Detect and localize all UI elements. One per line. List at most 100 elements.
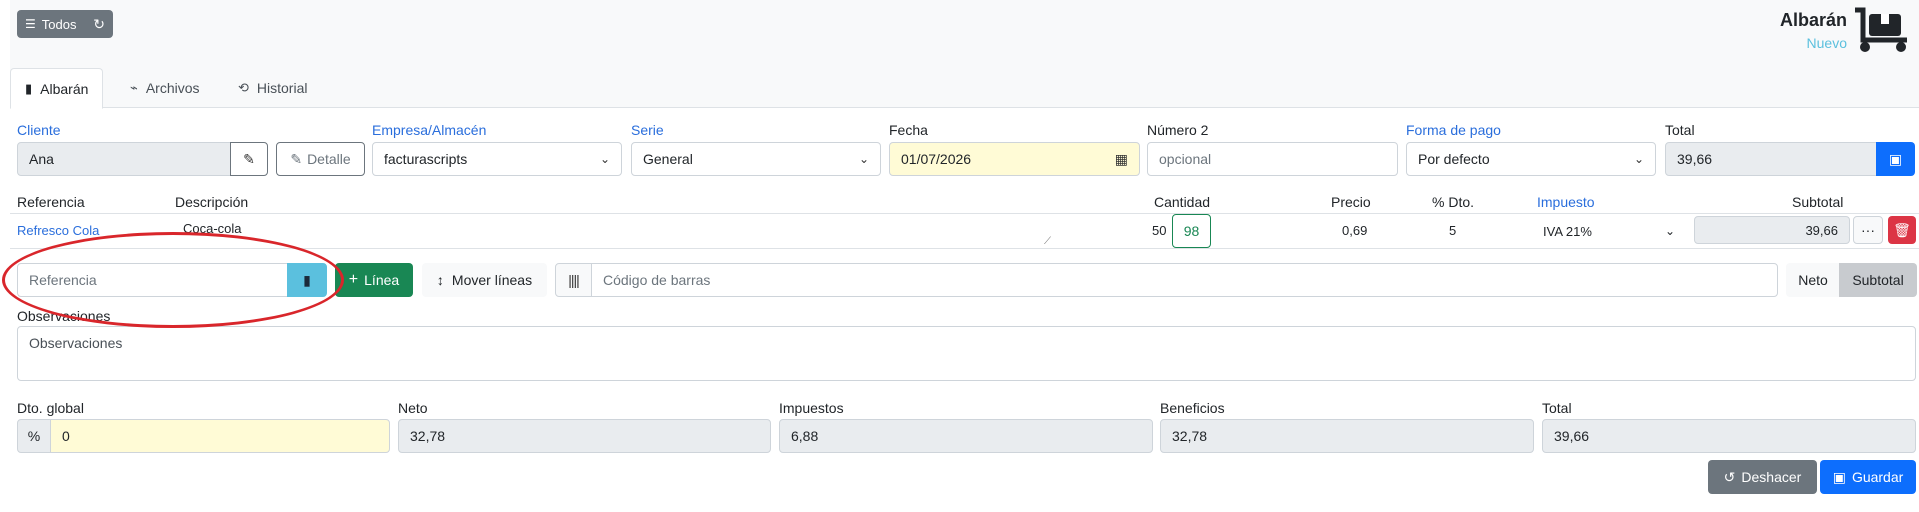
- book-icon: ▮: [303, 271, 311, 288]
- numero2-label: Número 2: [1147, 122, 1209, 138]
- col-dto: % Dto.: [1432, 194, 1475, 210]
- list-icon: ☰: [25, 17, 36, 31]
- line-more-button[interactable]: ···: [1853, 216, 1883, 244]
- dto-global-input[interactable]: 0: [50, 419, 390, 453]
- file-icon: ▮: [25, 80, 33, 96]
- floppy-disk-icon: ▣: [1888, 150, 1903, 167]
- mover-label: Mover líneas: [451, 272, 533, 288]
- formapago-value: Por defecto: [1418, 151, 1490, 167]
- col-descripcion: Descripción: [175, 194, 249, 210]
- empresa-select[interactable]: facturascripts ⌄: [372, 142, 622, 176]
- line-impuesto-value: IVA 21%: [1543, 223, 1592, 239]
- cliente-value: Ana: [29, 151, 54, 167]
- calendar-icon[interactable]: ▦: [1115, 151, 1128, 168]
- document-title-block: Albarán Nuevo: [1780, 10, 1847, 51]
- chevron-down-icon: ⌄: [1664, 224, 1675, 238]
- serie-select[interactable]: General ⌄: [631, 142, 881, 176]
- totals-total-field: 39,66: [1542, 419, 1916, 453]
- neto-toggle[interactable]: Neto: [1786, 263, 1840, 297]
- numero2-input[interactable]: opcional: [1147, 142, 1398, 176]
- arrows-vertical-icon: ↕: [436, 272, 444, 288]
- tab-label: Archivos: [145, 80, 200, 96]
- deshacer-label: Deshacer: [1741, 469, 1802, 485]
- todos-button[interactable]: ☰ Todos ↻: [17, 10, 113, 38]
- line-precio[interactable]: 0,69: [1342, 223, 1367, 238]
- edit-cliente-button[interactable]: ✎: [230, 142, 268, 176]
- tab-label: Historial: [256, 80, 308, 96]
- col-cantidad: Cantidad: [1154, 194, 1211, 210]
- serie-value: General: [643, 151, 693, 167]
- tab-historial[interactable]: ⟲ Historial: [224, 68, 321, 108]
- line-stock: 50: [1152, 223, 1167, 238]
- resize-handle-icon[interactable]: ⟋: [1044, 236, 1051, 247]
- book-button[interactable]: ▮: [287, 263, 327, 297]
- fecha-label: Fecha: [889, 122, 928, 138]
- col-referencia: Referencia: [17, 194, 85, 210]
- line-subtotal: 39,66: [1694, 216, 1850, 244]
- subtotal-toggle[interactable]: Subtotal: [1839, 263, 1917, 297]
- percent-icon: %: [17, 419, 51, 453]
- line-descripcion-textarea[interactable]: Coca-cola ⟋: [175, 215, 1053, 247]
- beneficios-value: 32,78: [1172, 428, 1208, 444]
- barcode-icon: ||||: [555, 263, 592, 297]
- mover-lineas-button[interactable]: ↕ Mover líneas: [422, 263, 547, 297]
- fecha-value: 01/07/2026: [901, 151, 972, 167]
- paperclip-icon: ⌁: [130, 80, 138, 95]
- line-impuesto-select[interactable]: IVA 21% ⌄: [1543, 215, 1675, 247]
- neto-label: Neto: [398, 400, 428, 416]
- floppy-disk-icon: ▣: [1832, 468, 1846, 485]
- todos-label: Todos: [41, 16, 77, 32]
- col-impuesto: Impuesto: [1537, 194, 1595, 210]
- formapago-label: Forma de pago: [1406, 122, 1501, 138]
- line-cantidad-input[interactable]: 98: [1172, 214, 1211, 248]
- trash-icon: 🗑: [1893, 221, 1911, 238]
- observaciones-placeholder: Observaciones: [29, 335, 123, 351]
- tab-label: Albarán: [40, 80, 89, 97]
- deshacer-button[interactable]: ↺ Deshacer: [1708, 460, 1817, 494]
- undo-icon: ↺: [1723, 468, 1736, 485]
- impuestos-value: 6,88: [791, 428, 819, 444]
- cliente-label[interactable]: Cliente: [17, 122, 61, 138]
- total-value: 39,66: [1677, 151, 1713, 167]
- neto-toggle-label: Neto: [1798, 272, 1828, 288]
- save-icon-button[interactable]: ▣: [1876, 142, 1915, 176]
- beneficios-field: 32,78: [1160, 419, 1534, 453]
- observaciones-label: Observaciones: [17, 308, 111, 324]
- line-delete-button[interactable]: 🗑: [1888, 216, 1916, 244]
- plus-icon: +: [348, 271, 359, 288]
- chevron-down-icon: ⌄: [1633, 152, 1644, 166]
- detalle-button[interactable]: ✎ Detalle: [276, 142, 365, 176]
- totals-total-label: Total: [1542, 400, 1572, 416]
- dto-global-value: 0: [62, 428, 70, 444]
- line-descripcion-value: Coca-cola: [183, 221, 242, 236]
- top-bar: [10, 0, 1919, 68]
- tab-albaran[interactable]: ▮ Albarán: [10, 68, 104, 109]
- history-icon: ⟲: [238, 80, 249, 95]
- line-referencia-link[interactable]: Refresco Cola: [17, 223, 99, 238]
- neto-field: 32,78: [398, 419, 771, 453]
- edit-square-icon: ✎: [290, 150, 303, 167]
- beneficios-label: Beneficios: [1160, 400, 1225, 416]
- cliente-field[interactable]: Ana: [17, 142, 231, 176]
- pencil-icon: ✎: [243, 150, 255, 167]
- col-precio: Precio: [1331, 194, 1371, 210]
- add-linea-button[interactable]: + Línea: [335, 263, 413, 297]
- observaciones-textarea[interactable]: Observaciones: [17, 326, 1916, 381]
- chevron-down-icon: ⌄: [858, 152, 869, 166]
- guardar-button[interactable]: ▣ Guardar: [1820, 460, 1916, 494]
- numero2-placeholder: opcional: [1159, 151, 1212, 167]
- totals-total-value: 39,66: [1554, 428, 1590, 444]
- referencia-input[interactable]: Referencia: [17, 263, 289, 297]
- dolly-icon: [1855, 7, 1907, 52]
- neto-value: 32,78: [410, 428, 446, 444]
- tab-archivos[interactable]: ⌁ Archivos: [116, 68, 214, 108]
- impuestos-field: 6,88: [779, 419, 1153, 453]
- refresh-icon[interactable]: ↻: [93, 16, 105, 33]
- line-subtotal-value: 39,66: [1805, 222, 1838, 238]
- chevron-down-icon: ⌄: [599, 152, 610, 166]
- total-field: 39,66: [1665, 142, 1877, 176]
- fecha-input[interactable]: 01/07/2026 ▦: [889, 142, 1140, 176]
- barcode-input[interactable]: Código de barras: [591, 263, 1778, 297]
- formapago-select[interactable]: Por defecto ⌄: [1406, 142, 1656, 176]
- line-dto[interactable]: 5: [1449, 223, 1456, 238]
